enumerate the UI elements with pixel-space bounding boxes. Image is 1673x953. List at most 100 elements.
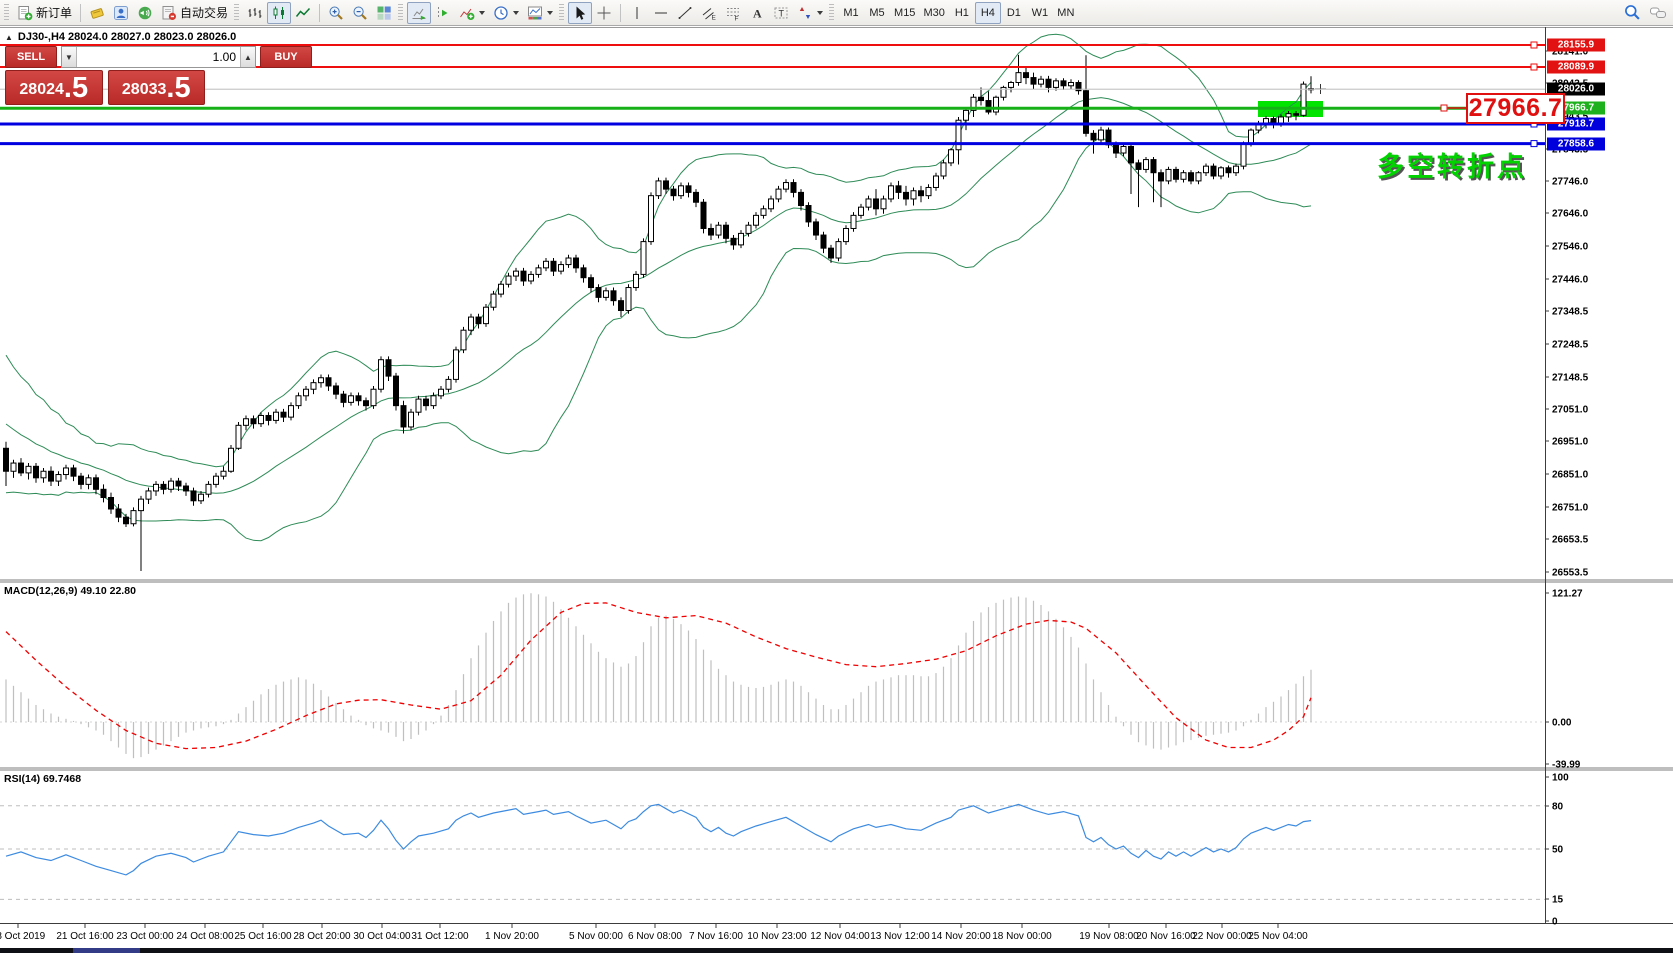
svg-text:26653.5: 26653.5 xyxy=(1552,535,1589,546)
chart-shift-button[interactable] xyxy=(431,2,455,24)
svg-text:0.00: 0.00 xyxy=(1552,718,1572,729)
vertical-line-tool-button[interactable] xyxy=(625,2,649,24)
toolbar-grip[interactable] xyxy=(234,4,239,22)
accounts-button[interactable] xyxy=(109,2,133,24)
toolbar-grip[interactable] xyxy=(829,4,834,22)
timeframe-h1-button[interactable]: H1 xyxy=(949,2,975,24)
svg-text:21 Oct 16:00: 21 Oct 16:00 xyxy=(56,931,114,942)
text-label-icon: T xyxy=(773,5,789,21)
price-level-flag[interactable]: 27966.7 xyxy=(1466,93,1565,124)
timeframe-h4-button[interactable]: H4 xyxy=(975,2,1001,24)
svg-text:27348.5: 27348.5 xyxy=(1552,307,1589,318)
toolbar-grip[interactable] xyxy=(4,4,9,22)
svg-text:19 Nov 08:00: 19 Nov 08:00 xyxy=(1079,931,1139,942)
trendline-tool-button[interactable] xyxy=(673,2,697,24)
svg-text:27746.0: 27746.0 xyxy=(1552,177,1589,188)
new-order-button[interactable]: 新订单 xyxy=(13,2,76,24)
svg-text:A: A xyxy=(753,6,762,20)
horizontal-line-tool-button[interactable] xyxy=(649,2,673,24)
svg-text:27051.0: 27051.0 xyxy=(1552,405,1589,416)
svg-text:26851.0: 26851.0 xyxy=(1552,470,1589,481)
price-badge: 27858.6 xyxy=(1547,138,1605,151)
svg-text:22 Nov 00:00: 22 Nov 00:00 xyxy=(1192,931,1252,942)
candlestick-chart-type-button[interactable] xyxy=(267,2,291,24)
timeframe-w1-button[interactable]: W1 xyxy=(1027,2,1053,24)
svg-text:27546.0: 27546.0 xyxy=(1552,242,1589,253)
chart-canvas[interactable]: 28141.028043.527943.527843.527746.027646… xyxy=(0,0,1673,953)
new-order-icon xyxy=(17,5,33,21)
market-watch-button[interactable] xyxy=(85,2,109,24)
one-click-trading-panel: SELL ▼ ▲ BUY 28024.5 28033.5 xyxy=(5,46,205,105)
arrows-tool-button[interactable] xyxy=(793,2,827,24)
zoom-out-button[interactable] xyxy=(348,2,372,24)
timeframe-m15-button[interactable]: M15 xyxy=(890,2,919,24)
zoom-in-button[interactable] xyxy=(324,2,348,24)
svg-text:27148.5: 27148.5 xyxy=(1552,373,1589,384)
indicators-button[interactable] xyxy=(455,2,489,24)
chart-shift-icon xyxy=(435,5,451,21)
horizontal-line-icon xyxy=(653,5,669,21)
volume-increase-button[interactable]: ▲ xyxy=(240,47,255,67)
svg-text:12 Nov 04:00: 12 Nov 04:00 xyxy=(810,931,870,942)
chevron-down-icon xyxy=(817,11,823,15)
channel-tool-button[interactable]: E xyxy=(697,2,721,24)
svg-text:1 Nov 20:00: 1 Nov 20:00 xyxy=(485,931,539,942)
collapse-arrow-icon[interactable]: ▲ xyxy=(5,32,13,43)
chat-icon xyxy=(1649,5,1667,21)
chevron-down-icon xyxy=(513,11,519,15)
volume-input[interactable] xyxy=(77,47,240,67)
sound-icon xyxy=(137,5,153,21)
tile-windows-button[interactable] xyxy=(372,2,396,24)
new-order-label: 新订单 xyxy=(36,4,72,21)
volume-decrease-button[interactable]: ▼ xyxy=(62,47,77,67)
svg-text:15: 15 xyxy=(1552,895,1564,906)
yellow-book-icon xyxy=(89,5,105,21)
chart-annotation-text[interactable]: 多空转折点 xyxy=(1377,145,1527,184)
cursor-tool-button[interactable] xyxy=(568,2,592,24)
svg-text:50: 50 xyxy=(1552,845,1564,856)
svg-text:E: E xyxy=(712,14,717,21)
buy-button[interactable]: BUY xyxy=(260,46,312,68)
fibonacci-tool-button[interactable]: F xyxy=(721,2,745,24)
main-toolbar: 新订单 自动交易 E F A T M1 M5 M15 M30 H1 H4 D1 … xyxy=(0,0,1673,26)
svg-text:5 Nov 00:00: 5 Nov 00:00 xyxy=(569,931,623,942)
svg-text:0: 0 xyxy=(1552,917,1558,928)
timeframe-mn-button[interactable]: MN xyxy=(1053,2,1079,24)
timeframe-m30-button[interactable]: M30 xyxy=(919,2,948,24)
periods-button[interactable] xyxy=(489,2,523,24)
trendline-icon xyxy=(677,5,693,21)
macd-indicator-label: MACD(12,26,9) 49.10 22.80 xyxy=(4,585,136,597)
svg-text:T: T xyxy=(779,8,785,18)
sell-price-button[interactable]: 28024.5 xyxy=(5,70,103,105)
sell-button[interactable]: SELL xyxy=(5,46,57,68)
chevron-down-icon xyxy=(547,11,553,15)
timeframe-d1-button[interactable]: D1 xyxy=(1001,2,1027,24)
svg-text:6 Nov 08:00: 6 Nov 08:00 xyxy=(628,931,682,942)
equidistant-channel-icon: E xyxy=(701,5,717,21)
price-badge: 28155.9 xyxy=(1547,39,1605,52)
text-label-tool-button[interactable]: T xyxy=(769,2,793,24)
buy-price-button[interactable]: 28033.5 xyxy=(108,70,206,105)
autotrading-button[interactable]: 自动交易 xyxy=(157,2,232,24)
chevron-down-icon xyxy=(479,11,485,15)
svg-text:14 Nov 20:00: 14 Nov 20:00 xyxy=(931,931,991,942)
svg-text:25 Nov 04:00: 25 Nov 04:00 xyxy=(1248,931,1308,942)
svg-text:-39.99: -39.99 xyxy=(1552,760,1581,771)
crosshair-tool-button[interactable] xyxy=(592,2,616,24)
svg-text:18 Oct 2019: 18 Oct 2019 xyxy=(0,931,46,942)
svg-text:13 Nov 12:00: 13 Nov 12:00 xyxy=(870,931,930,942)
timeframe-m5-button[interactable]: M5 xyxy=(864,2,890,24)
line-chart-type-button[interactable] xyxy=(291,2,315,24)
text-tool-button[interactable]: A xyxy=(745,2,769,24)
auto-scroll-button[interactable] xyxy=(407,2,431,24)
chat-button[interactable] xyxy=(1645,2,1671,24)
fibonacci-icon: F xyxy=(725,5,741,21)
autotrading-icon xyxy=(161,5,177,21)
broadcast-button[interactable] xyxy=(133,2,157,24)
search-button[interactable] xyxy=(1620,2,1645,24)
bar-chart-type-button[interactable] xyxy=(243,2,267,24)
templates-button[interactable] xyxy=(523,2,557,24)
toolbar-grip[interactable] xyxy=(398,4,403,22)
timeframe-m1-button[interactable]: M1 xyxy=(838,2,864,24)
toolbar-grip[interactable] xyxy=(559,4,564,22)
